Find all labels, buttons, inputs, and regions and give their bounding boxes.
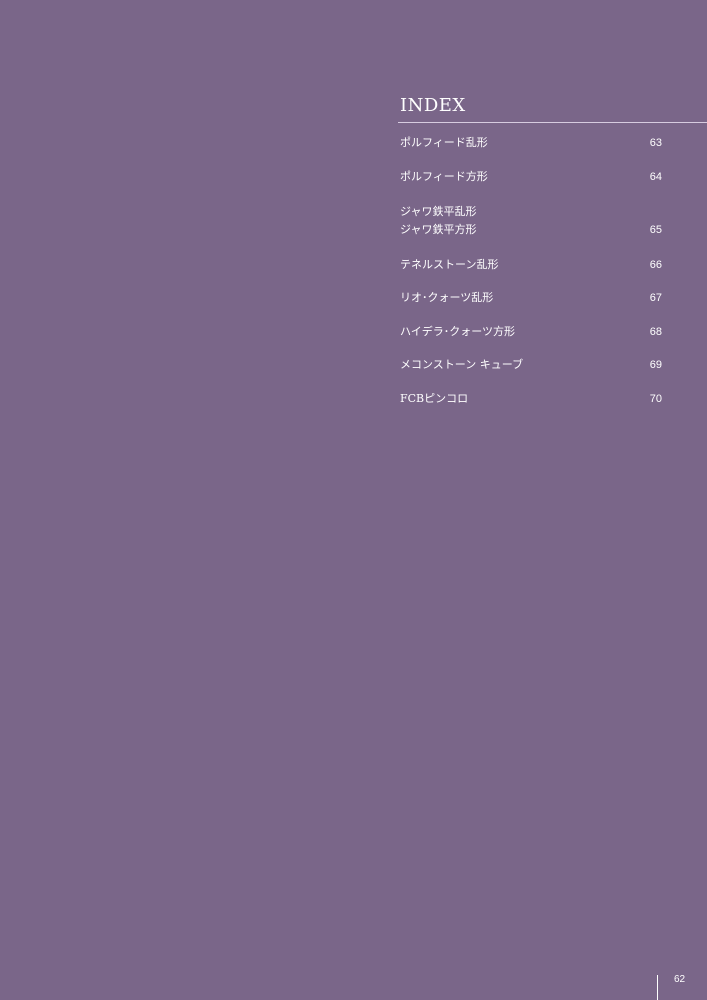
- entry-page-number: 64: [649, 171, 662, 183]
- entry-name: テネルストーン乱形: [400, 258, 499, 271]
- entry-name: ハイデラ･クォーツ方形: [400, 325, 516, 338]
- dot-leader: [521, 323, 628, 341]
- dot-leader: [504, 256, 628, 274]
- footer-page-number: 62: [674, 974, 686, 985]
- index-title-rule: [398, 122, 707, 123]
- entry-page-number: 63: [649, 137, 662, 149]
- index-title: INDEX: [400, 95, 466, 116]
- entry-name: メコンストーン キューブ: [400, 358, 524, 371]
- entry-page-number: 65: [649, 224, 662, 236]
- entry-name: ポルフィード乱形: [400, 136, 488, 149]
- entry-name: ポルフィード方形: [400, 170, 488, 183]
- dot-leader: [499, 289, 628, 307]
- entry-page-number: 67: [649, 292, 662, 304]
- entry-name: ジャワ鉄平方形: [400, 223, 477, 236]
- dot-leader: [474, 390, 628, 408]
- page: INDEX ポルフィード乱形 63 ポルフィード方形 64 ジャワ鉄平乱形 ジャ…: [0, 0, 707, 1000]
- entry-name-line1: ジャワ鉄平乱形: [400, 205, 477, 218]
- dot-leader: [493, 134, 628, 152]
- index-entry: メコンストーン キューブ 69: [400, 356, 662, 374]
- index-entry: テネルストーン乱形 66: [400, 256, 662, 274]
- index-entry: リオ･クォーツ乱形 67: [400, 289, 662, 307]
- dot-leader: [529, 356, 628, 374]
- index-entry: ハイデラ･クォーツ方形 68: [400, 323, 662, 341]
- dot-leader: [493, 168, 628, 186]
- entry-page-number: 69: [649, 359, 662, 371]
- index-entry: ジャワ鉄平乱形 ジャワ鉄平方形 65: [400, 203, 662, 239]
- entry-page-number: 66: [649, 259, 662, 271]
- index-entry: ポルフィード乱形 63: [400, 134, 662, 152]
- entry-page-number: 68: [649, 326, 662, 338]
- index-entry: ポルフィード方形 64: [400, 168, 662, 186]
- entry-page-number: 70: [649, 393, 662, 405]
- index-entry: FCBピンコロ 70: [400, 390, 662, 408]
- dot-leader: [482, 221, 628, 239]
- entry-name: リオ･クォーツ乱形: [400, 291, 494, 304]
- footer-rule: [657, 975, 658, 1000]
- entry-name: FCBピンコロ: [400, 392, 469, 405]
